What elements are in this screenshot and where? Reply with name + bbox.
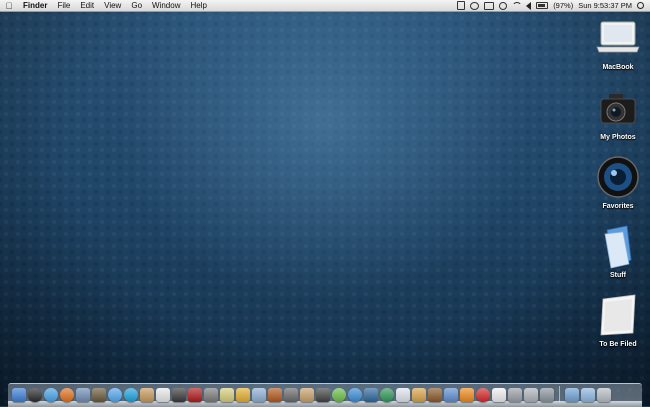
menu-file[interactable]: File xyxy=(52,0,75,11)
preview-icon[interactable] xyxy=(76,388,90,402)
desktop-icon-label: Favorites xyxy=(602,203,634,210)
desktop-icon-label: My Photos xyxy=(600,134,636,141)
desktop-icon-favorites[interactable]: Favorites xyxy=(588,155,648,210)
desktop-icon-label: Stuff xyxy=(610,272,626,279)
app-icon-13[interactable] xyxy=(220,388,234,402)
app-icon-30[interactable] xyxy=(492,388,506,402)
desktop-icon-label: MacBook xyxy=(602,64,634,71)
apple-icon[interactable]:  xyxy=(0,1,18,11)
stop-icon[interactable] xyxy=(476,388,490,402)
app-icon-25[interactable] xyxy=(412,388,426,402)
app-icon-22[interactable] xyxy=(364,388,378,402)
menu-view[interactable]: View xyxy=(99,0,126,11)
display-icon[interactable] xyxy=(484,1,495,10)
desktop-icon-to-be-filed[interactable]: To Be Filed xyxy=(588,293,648,348)
sync-icon[interactable] xyxy=(499,1,508,10)
app-icon-27[interactable] xyxy=(444,388,458,402)
menu-finder[interactable]: Finder xyxy=(18,0,52,11)
firefox-icon[interactable] xyxy=(60,388,74,402)
ical-icon[interactable] xyxy=(156,388,170,402)
photobooth-icon[interactable] xyxy=(188,388,202,402)
chat-icon[interactable] xyxy=(470,1,480,10)
menu-clock[interactable]: Sun 9:53:37 PM xyxy=(578,1,632,10)
safari-icon[interactable] xyxy=(44,388,58,402)
desktop-icon-macbook[interactable]: MacBook xyxy=(588,16,648,71)
trash-icon[interactable] xyxy=(597,388,611,402)
camera-app-icon[interactable] xyxy=(172,388,186,402)
documents-stack-icon[interactable] xyxy=(581,388,595,402)
app-icon-33[interactable] xyxy=(540,388,554,402)
dock-separator xyxy=(559,386,560,402)
app-icon-19[interactable] xyxy=(316,388,330,402)
desktop-icon-label: To Be Filed xyxy=(599,341,637,348)
notes-icon[interactable] xyxy=(140,388,154,402)
app-icon-17[interactable] xyxy=(284,388,298,402)
iphoto-icon[interactable] xyxy=(252,388,266,402)
battery-icon[interactable] xyxy=(536,2,549,9)
app-icon-31[interactable] xyxy=(508,388,522,402)
spotlight-search-icon[interactable] xyxy=(637,2,644,9)
app-icon-21[interactable] xyxy=(348,388,362,402)
volume-icon[interactable] xyxy=(526,1,532,10)
ichat-icon[interactable] xyxy=(108,388,122,402)
camera-icon xyxy=(595,86,641,132)
app-icon-14[interactable] xyxy=(236,388,250,402)
dashboard-icon[interactable] xyxy=(28,388,42,402)
gimp-icon[interactable] xyxy=(92,388,106,402)
app-icon-12[interactable] xyxy=(204,388,218,402)
lens-icon xyxy=(595,155,641,201)
app-icon-20[interactable] xyxy=(332,388,346,402)
finder-icon[interactable] xyxy=(12,388,26,402)
applications-stack-icon[interactable] xyxy=(565,388,579,402)
wallpaper-vignette xyxy=(0,0,650,406)
app-icon-32[interactable] xyxy=(524,388,538,402)
battery-percent[interactable]: (97%) xyxy=(553,1,573,10)
skype-icon[interactable] xyxy=(124,388,138,402)
menu-go[interactable]: Go xyxy=(126,0,147,11)
menu-help[interactable]: Help xyxy=(185,0,211,11)
app-icon-26[interactable] xyxy=(428,388,442,402)
menu-window[interactable]: Window xyxy=(147,0,185,11)
menu-extras: (97%) Sun 9:53:37 PM xyxy=(457,1,650,10)
menu-edit[interactable]: Edit xyxy=(75,0,99,11)
dock xyxy=(8,383,642,407)
macbook-icon xyxy=(595,16,641,62)
paper-icon xyxy=(595,293,641,339)
vlc-icon[interactable] xyxy=(460,388,474,402)
app-icon-24[interactable] xyxy=(396,388,410,402)
folder-icon xyxy=(595,224,641,270)
app-icon-23[interactable] xyxy=(380,388,394,402)
menu-bar:  Finder File Edit View Go Window Help (… xyxy=(0,0,650,12)
app-icon-16[interactable] xyxy=(268,388,282,402)
ical-icon[interactable] xyxy=(457,1,466,10)
desktop-icon-my-photos[interactable]: My Photos xyxy=(588,86,648,141)
dock-items xyxy=(12,385,638,402)
desktop-icon-stuff[interactable]: Stuff xyxy=(588,224,648,279)
wifi-icon[interactable] xyxy=(512,2,523,9)
garageband-icon[interactable] xyxy=(300,388,314,402)
